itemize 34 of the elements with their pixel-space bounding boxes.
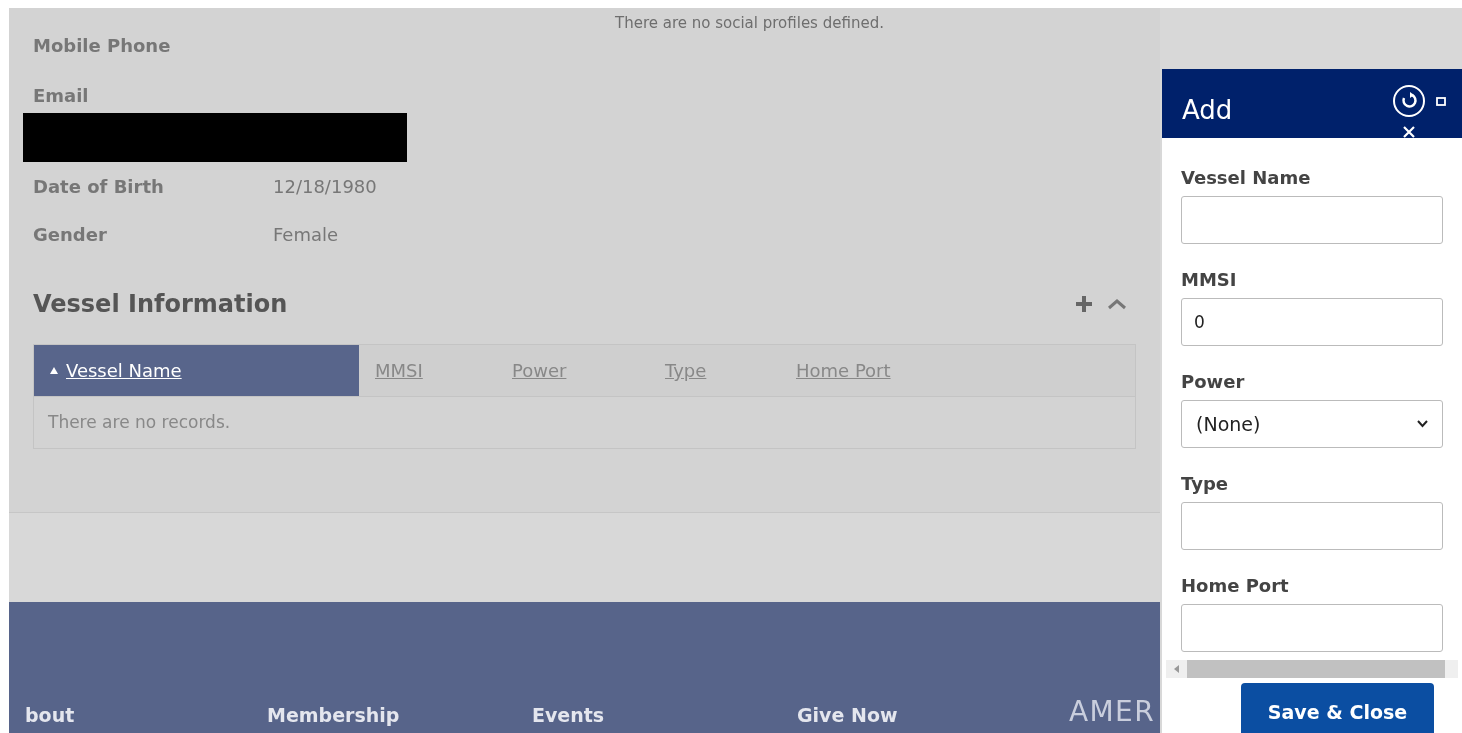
refresh-icon[interactable] bbox=[1392, 84, 1426, 118]
select-field[interactable]: (None) bbox=[1181, 400, 1443, 448]
column-header[interactable]: Vessel Name bbox=[34, 345, 359, 396]
close-icon[interactable] bbox=[1403, 126, 1415, 138]
empty-message: There are no social profiles defined. bbox=[615, 13, 884, 34]
field-label: Home Port bbox=[1181, 574, 1290, 598]
input-field[interactable] bbox=[1181, 604, 1443, 652]
input-field[interactable] bbox=[1181, 196, 1443, 244]
dialog-title: Add bbox=[1182, 94, 1233, 127]
plus-icon[interactable] bbox=[1074, 294, 1094, 314]
logo-text: AMER bbox=[1069, 694, 1156, 730]
footer-link[interactable]: bout bbox=[25, 700, 75, 729]
field-label: MMSI bbox=[1181, 268, 1238, 292]
input-field[interactable] bbox=[1181, 502, 1443, 550]
section-title: Vessel Information bbox=[33, 289, 288, 320]
field-value: Female bbox=[273, 222, 339, 247]
field-label: Power bbox=[1181, 370, 1246, 394]
chevron-up-icon[interactable] bbox=[1106, 297, 1128, 311]
input-field[interactable]: 0 bbox=[1181, 298, 1443, 346]
field-label: Date of Birth bbox=[33, 174, 165, 199]
chevron-down-icon bbox=[1417, 420, 1428, 428]
footer-link[interactable]: Events bbox=[532, 700, 605, 729]
footer-link[interactable]: Membership bbox=[267, 700, 400, 729]
field-value: 12/18/1980 bbox=[273, 174, 377, 199]
scroll-left-icon[interactable] bbox=[1174, 665, 1179, 673]
field-label: Mobile Phone bbox=[33, 33, 172, 58]
footer-link[interactable]: Give Now bbox=[797, 700, 898, 729]
save-close-button[interactable]: Save & Close bbox=[1241, 683, 1434, 733]
field-label: Vessel Name bbox=[1181, 166, 1312, 190]
field-label: Gender bbox=[33, 222, 108, 247]
field-label: Email bbox=[33, 84, 90, 108]
empty-message: There are no records. bbox=[47, 410, 232, 434]
field-label: Type bbox=[1181, 472, 1229, 496]
maximize-icon[interactable] bbox=[1436, 97, 1446, 106]
